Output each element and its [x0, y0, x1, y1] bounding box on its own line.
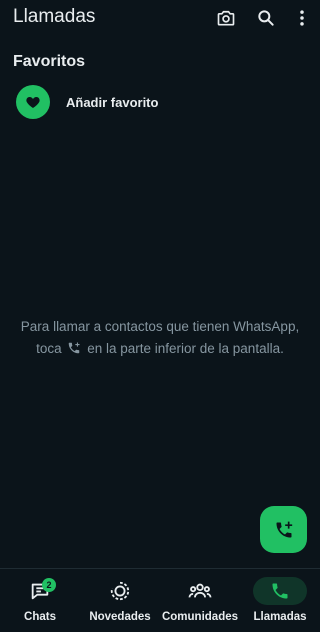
- phone-icon: [253, 577, 307, 605]
- nav-item-novedades[interactable]: Novedades: [80, 569, 160, 632]
- unread-badge: 2: [42, 578, 56, 592]
- add-favorite-row[interactable]: Añadir favorito: [0, 84, 320, 122]
- search-icon[interactable]: [255, 7, 277, 29]
- communities-icon: [173, 577, 227, 605]
- page-title: Llamadas: [13, 6, 96, 27]
- new-call-fab[interactable]: [260, 506, 307, 553]
- camera-icon[interactable]: [215, 7, 237, 29]
- nav-item-comunidades[interactable]: Comunidades: [160, 569, 240, 632]
- nav-item-chats[interactable]: 2 Chats: [0, 569, 80, 632]
- app-bar: Llamadas: [0, 0, 320, 36]
- status-icon: [93, 577, 147, 605]
- nav-label-chats: Chats: [24, 611, 56, 623]
- bottom-nav: 2 Chats Novedades Comunidades Llamadas: [0, 568, 320, 632]
- favorites-section-title: Favoritos: [13, 53, 86, 70]
- add-favorite-label: Añadir favorito: [66, 95, 159, 110]
- nav-item-llamadas[interactable]: Llamadas: [240, 569, 320, 632]
- nav-label-comunidades: Comunidades: [161, 611, 239, 623]
- add-call-icon: [276, 521, 292, 537]
- add-call-icon: [67, 340, 81, 362]
- nav-label-llamadas: Llamadas: [253, 611, 307, 623]
- more-vert-icon[interactable]: [291, 7, 313, 29]
- empty-state-text-end: en la parte inferior de la pantalla.: [87, 341, 284, 356]
- heart-icon: [16, 85, 50, 119]
- empty-state-message: Para llamar a contactos que tienen Whats…: [20, 316, 300, 362]
- nav-label-novedades: Novedades: [89, 611, 151, 623]
- chat-icon: [13, 577, 67, 605]
